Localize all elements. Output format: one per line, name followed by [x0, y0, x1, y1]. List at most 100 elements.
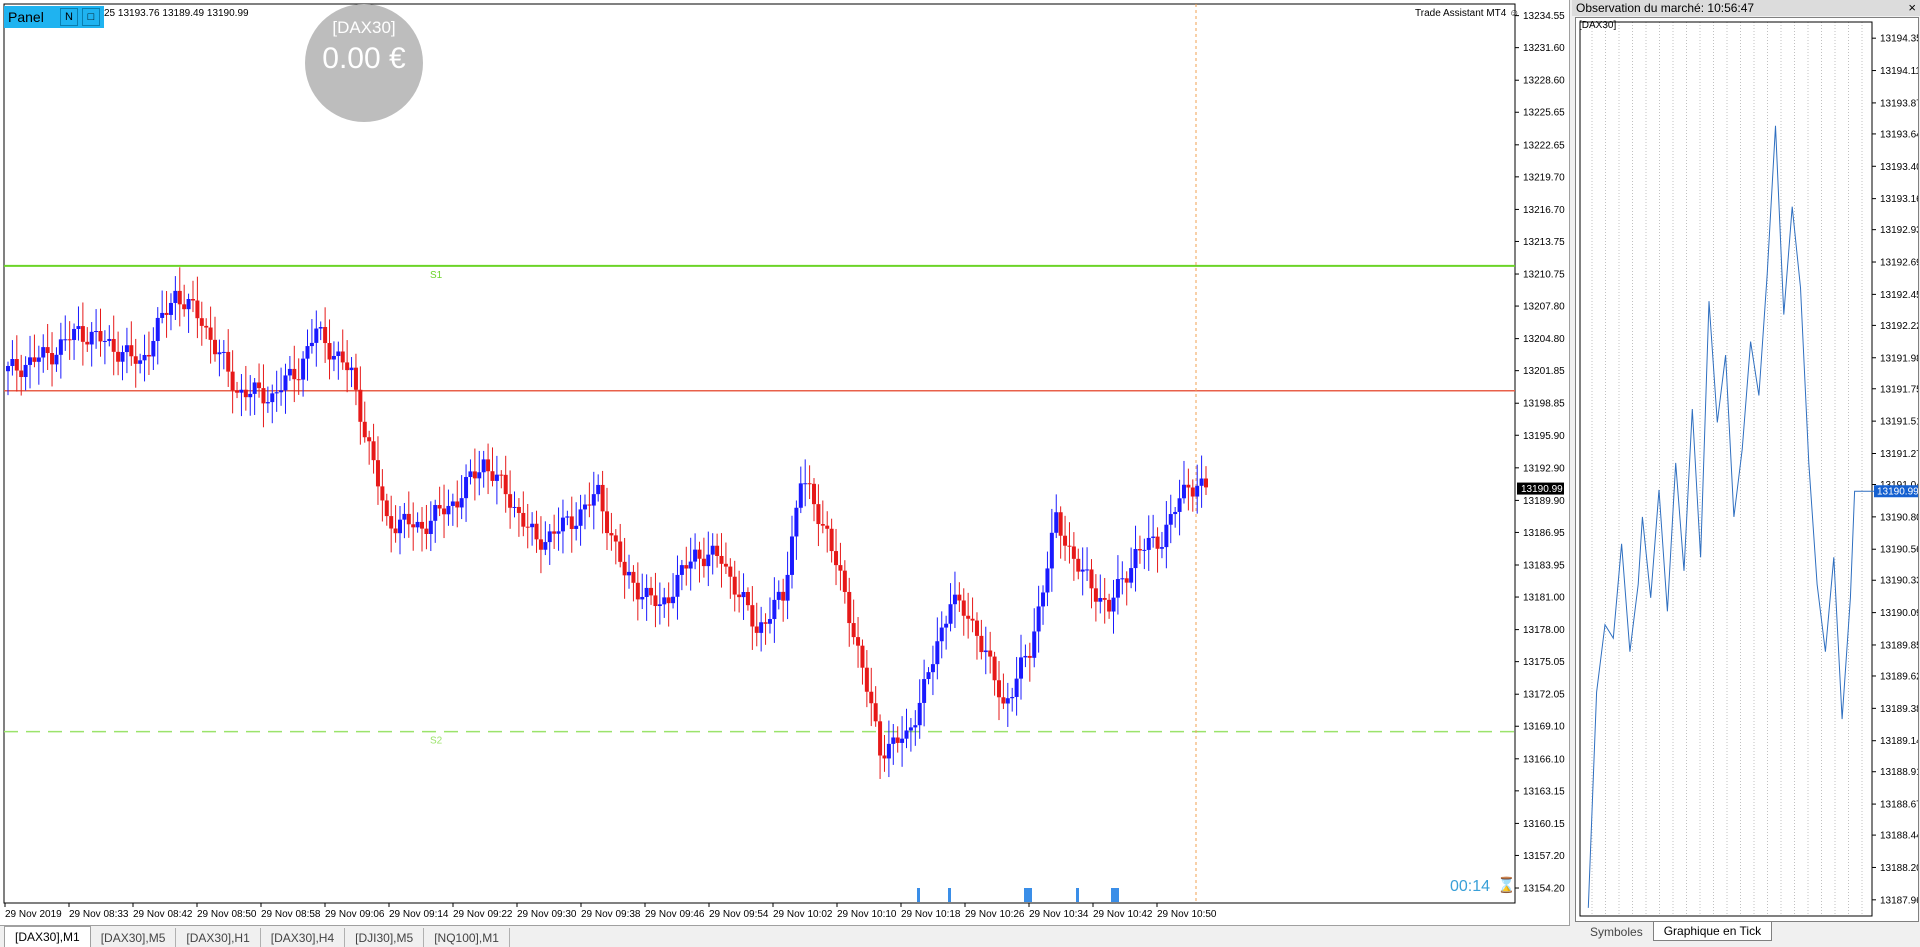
chart-tab[interactable]: [DAX30],H4	[261, 928, 346, 947]
price-chart[interactable]: 13234.55 13231.60 13228.60 13225.65 13222.65…	[0, 0, 1570, 925]
close-icon[interactable]: ×	[1908, 0, 1916, 16]
candle-body	[292, 368, 297, 380]
candle-body	[124, 345, 129, 353]
chart-window[interactable]: 13234.55 13231.60 13228.60 13225.65 13222.65…	[0, 0, 1570, 925]
candle-body	[477, 472, 482, 479]
candle-body	[684, 565, 689, 569]
chart-tab[interactable]: [NQ100],M1	[424, 928, 510, 947]
candle-body	[1080, 569, 1085, 572]
candle-body	[32, 357, 37, 362]
tick-y-label: 13190.33	[1880, 576, 1918, 587]
candle-body	[1107, 599, 1112, 612]
candle-body	[842, 570, 847, 592]
candle-body	[1111, 597, 1116, 612]
tab-symbols[interactable]: Symboles	[1580, 922, 1653, 941]
y-tick-label: 13204.80	[1523, 334, 1565, 345]
x-tick-label: 29 Nov 08:50	[197, 909, 257, 920]
x-tick-label: 29 Nov 10:42	[1093, 909, 1153, 920]
candle-body	[1129, 568, 1134, 583]
candle-body	[992, 656, 997, 681]
candle-body	[723, 563, 728, 567]
trade-panel[interactable]: Panel N □	[4, 6, 104, 28]
candle-body	[878, 721, 883, 756]
candle-body	[908, 727, 913, 731]
candle-body	[635, 582, 640, 600]
panel-label[interactable]: Panel	[4, 9, 60, 25]
chart-tabs: [DAX30],M1 [DAX30],M5 [DAX30],H1 [DAX30],H4…	[0, 925, 1570, 947]
x-tick-label: 29 Nov 08:58	[261, 909, 321, 920]
candle-body	[23, 364, 28, 378]
panel-maximize-button[interactable]: □	[82, 8, 100, 26]
candle-body	[204, 325, 209, 328]
tick-chart[interactable]: [DAX30] 13194.35 13194.11 13193.87 13193.64…	[1575, 17, 1920, 922]
volume-marker	[1111, 888, 1119, 902]
candle-body	[1181, 484, 1186, 499]
candle-body	[1063, 535, 1068, 546]
y-tick-label: 13207.80	[1523, 302, 1565, 313]
candle-body	[1164, 524, 1169, 548]
tick-symbol: [DAX30]	[1579, 20, 1617, 31]
tick-y-label: 13192.69	[1880, 258, 1918, 269]
candle-body	[336, 351, 341, 356]
candle-body	[459, 498, 464, 508]
candle-body	[1137, 548, 1142, 551]
candle-body	[657, 604, 662, 607]
candle-body	[120, 352, 125, 362]
candle-body	[679, 565, 684, 575]
candle-body	[102, 340, 107, 342]
candle-body	[671, 596, 676, 604]
candle-body	[772, 599, 777, 620]
candle-body	[1045, 568, 1050, 593]
tick-y-label: 13191.75	[1880, 384, 1918, 395]
candle-body	[239, 389, 244, 393]
x-tick-label: 29 Nov 2019	[5, 909, 62, 920]
candle-body	[917, 702, 922, 726]
y-tick-label: 13160.15	[1523, 819, 1565, 830]
candle-body	[353, 367, 358, 390]
x-tick-label: 29 Nov 09:06	[325, 909, 385, 920]
candle-body	[1010, 696, 1015, 699]
candle-body	[375, 460, 380, 487]
chart-tab[interactable]: [DAX30],M1	[4, 926, 91, 947]
y-tick-label: 13186.95	[1523, 528, 1565, 539]
volume-marker	[1076, 888, 1079, 902]
candle-body	[213, 339, 218, 355]
candle-body	[261, 388, 266, 404]
candle-body	[834, 551, 839, 566]
candle-body	[420, 521, 425, 529]
candle-body	[521, 512, 526, 527]
y-tick-label: 13225.65	[1523, 108, 1565, 119]
candle-body	[873, 703, 878, 722]
panel-n-button[interactable]: N	[60, 8, 78, 26]
candle-body	[556, 531, 561, 534]
tick-y-label: 13188.20	[1880, 863, 1918, 874]
candle-body	[944, 623, 949, 628]
candle-body	[402, 513, 407, 520]
candle-body	[622, 561, 627, 576]
tab-tick-chart[interactable]: Graphique en Tick	[1652, 922, 1773, 941]
tick-y-label: 13191.98	[1880, 353, 1918, 364]
candle-body	[1146, 537, 1151, 550]
candle-body	[719, 555, 724, 564]
candle-body	[41, 347, 46, 358]
candle-body	[442, 508, 447, 515]
candle-body	[856, 637, 861, 646]
candle-body	[693, 549, 698, 562]
candle-body	[900, 738, 905, 743]
candle-body	[750, 605, 755, 627]
candle-body	[248, 393, 253, 398]
chart-tab[interactable]: [DAX30],M5	[91, 928, 177, 947]
pnl-bubble: [DAX30] 0.00 €	[305, 4, 423, 122]
candle-body	[675, 574, 680, 597]
candle-body	[94, 331, 99, 333]
candle-body	[1177, 498, 1182, 512]
current-price-label: 13190.99	[1521, 484, 1563, 495]
tick-chart-svg: 13194.35 13194.11 13193.87 13193.64 13193.40…	[1579, 21, 1920, 917]
tick-y-label: 13189.85	[1880, 640, 1918, 651]
candle-body	[728, 566, 733, 577]
chart-tab[interactable]: [DAX30],H1	[176, 928, 261, 947]
chart-tab[interactable]: [DJI30],M5	[345, 928, 425, 947]
candle-body	[1102, 597, 1107, 600]
candle-body	[886, 743, 891, 759]
candle-body	[891, 737, 896, 744]
